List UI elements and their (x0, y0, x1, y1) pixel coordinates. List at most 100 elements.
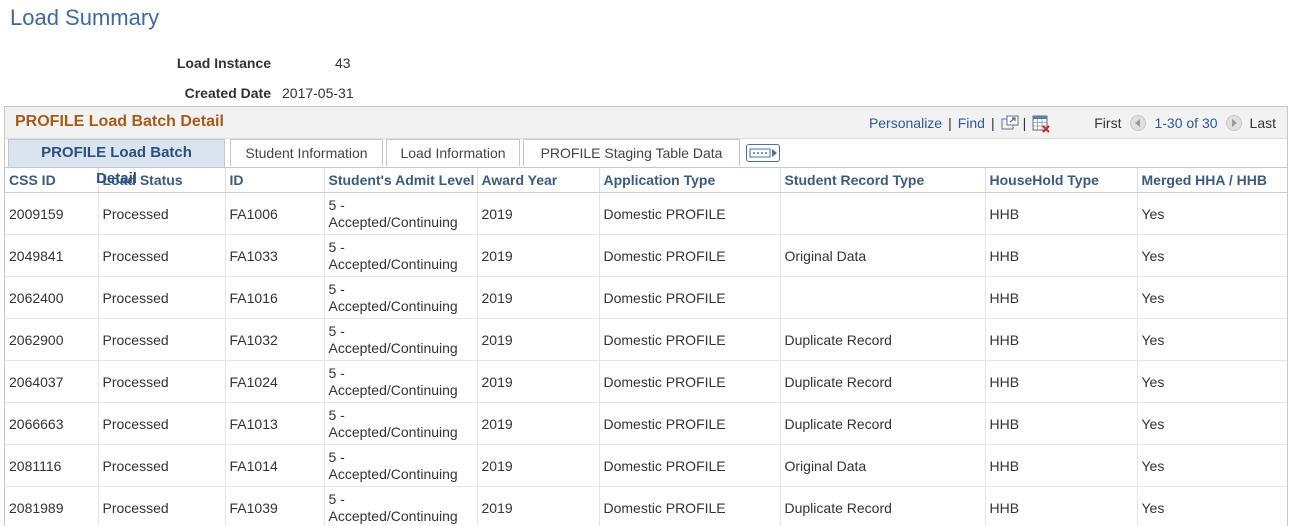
created-date-label: Created Date (111, 85, 271, 101)
merged-cell: Yes (1137, 361, 1288, 403)
nav-separator: | (1023, 115, 1027, 131)
student-record-type-cell: Original Data (780, 235, 985, 277)
tab-profile-load-batch-detail[interactable]: PROFILE Load Batch Detail (8, 139, 225, 167)
student-record-type-cell: Duplicate Record (780, 319, 985, 361)
merged-cell: Yes (1137, 445, 1288, 487)
admit-level-text: Accepted/Continuing (329, 382, 458, 398)
load-instance-label: Load Instance (111, 55, 271, 71)
column-header[interactable]: Student Record Type (780, 168, 985, 193)
load-instance-value: 43 (335, 55, 351, 71)
find-link[interactable]: Find (958, 115, 985, 131)
table-row: 2066663 Processed FA1013 5 -Accepted/Con… (5, 403, 1288, 445)
admit-level-code: 5 - (329, 365, 345, 381)
admit-level-text: Accepted/Continuing (329, 424, 458, 440)
css-id-cell: 2062900 (5, 319, 98, 361)
tab-student-information[interactable]: Student Information (230, 139, 383, 166)
admit-level-text: Accepted/Continuing (329, 214, 458, 230)
student-record-type-cell: Original Data (780, 445, 985, 487)
css-id-cell: 2081989 (5, 487, 98, 526)
award-year-cell: 2019 (477, 487, 599, 526)
column-header[interactable]: CSS ID (5, 168, 98, 193)
column-header[interactable]: Application Type (599, 168, 780, 193)
id-cell: FA1032 (225, 319, 324, 361)
load-status-cell: Processed (98, 361, 225, 403)
css-id-cell: 2009159 (5, 193, 98, 235)
column-header[interactable]: HouseHold Type (985, 168, 1137, 193)
household-type-cell: HHB (985, 319, 1137, 361)
merged-cell: Yes (1137, 319, 1288, 361)
application-type-cell: Domestic PROFILE (599, 445, 780, 487)
admit-level-code: 5 - (329, 323, 345, 339)
admit-level-code: 5 - (329, 407, 345, 423)
id-cell: FA1033 (225, 235, 324, 277)
award-year-cell: 2019 (477, 235, 599, 277)
zoom-icon[interactable] (1001, 115, 1017, 131)
table-row: 2062900 Processed FA1032 5 -Accepted/Con… (5, 319, 1288, 361)
batch-detail-table: CSS ID Load Status ID Student's Admit Le… (5, 168, 1288, 526)
admit-level-text: Accepted/Continuing (329, 256, 458, 272)
first-label: First (1094, 115, 1121, 131)
household-type-cell: HHB (985, 235, 1137, 277)
table-row: 2064037 Processed FA1024 5 -Accepted/Con… (5, 361, 1288, 403)
award-year-cell: 2019 (477, 403, 599, 445)
column-header[interactable]: Student's Admit Level (324, 168, 477, 193)
household-type-cell: HHB (985, 361, 1137, 403)
css-id-cell: 2062400 (5, 277, 98, 319)
css-id-cell: 2064037 (5, 361, 98, 403)
next-arrow-icon[interactable] (1226, 115, 1242, 131)
column-header[interactable]: Award Year (477, 168, 599, 193)
student-record-type-cell (780, 193, 985, 235)
column-header[interactable]: Merged HHA / HHB (1137, 168, 1288, 193)
application-type-cell: Domestic PROFILE (599, 193, 780, 235)
admit-level-code: 5 - (329, 281, 345, 297)
column-header[interactable]: ID (225, 168, 324, 193)
show-all-columns-icon[interactable] (746, 144, 780, 162)
css-id-cell: 2066663 (5, 403, 98, 445)
id-cell: FA1024 (225, 361, 324, 403)
id-cell: FA1013 (225, 403, 324, 445)
row-range: 1-30 of 30 (1154, 115, 1217, 131)
admit-level-text: Accepted/Continuing (329, 298, 458, 314)
admit-level-code: 5 - (329, 239, 345, 255)
merged-cell: Yes (1137, 277, 1288, 319)
tab-load-information[interactable]: Load Information (386, 139, 520, 166)
admit-level-cell: 5 -Accepted/Continuing (324, 487, 477, 526)
table-row: 2049841 Processed FA1033 5 -Accepted/Con… (5, 235, 1288, 277)
award-year-cell: 2019 (477, 277, 599, 319)
load-status-cell: Processed (98, 193, 225, 235)
personalize-link[interactable]: Personalize (869, 115, 942, 131)
id-cell: FA1016 (225, 277, 324, 319)
previous-arrow-icon[interactable] (1130, 115, 1146, 131)
admit-level-text: Accepted/Continuing (329, 508, 458, 524)
admit-level-cell: 5 -Accepted/Continuing (324, 445, 477, 487)
admit-level-code: 5 - (329, 491, 345, 507)
table-row: 2062400 Processed FA1016 5 -Accepted/Con… (5, 277, 1288, 319)
id-cell: FA1014 (225, 445, 324, 487)
tab-profile-staging-table-data[interactable]: PROFILE Staging Table Data (523, 139, 740, 166)
application-type-cell: Domestic PROFILE (599, 319, 780, 361)
merged-cell: Yes (1137, 193, 1288, 235)
load-status-cell: Processed (98, 319, 225, 361)
application-type-cell: Domestic PROFILE (599, 277, 780, 319)
household-type-cell: HHB (985, 445, 1137, 487)
load-status-cell: Processed (98, 487, 225, 526)
application-type-cell: Domestic PROFILE (599, 487, 780, 526)
load-status-cell: Processed (98, 235, 225, 277)
award-year-cell: 2019 (477, 445, 599, 487)
admit-level-cell: 5 -Accepted/Continuing (324, 277, 477, 319)
nav-separator: | (991, 115, 995, 131)
load-batch-grid: PROFILE Load Batch Detail Personalize | … (4, 106, 1288, 526)
student-record-type-cell: Duplicate Record (780, 487, 985, 526)
download-spreadsheet-icon[interactable] (1032, 115, 1048, 131)
award-year-cell: 2019 (477, 361, 599, 403)
student-record-type-cell: Duplicate Record (780, 361, 985, 403)
application-type-cell: Domestic PROFILE (599, 403, 780, 445)
table-row: 2009159 Processed FA1006 5 -Accepted/Con… (5, 193, 1288, 235)
household-type-cell: HHB (985, 403, 1137, 445)
student-record-type-cell (780, 277, 985, 319)
admit-level-text: Accepted/Continuing (329, 466, 458, 482)
grid-header: PROFILE Load Batch Detail Personalize | … (5, 107, 1287, 139)
student-record-type-cell: Duplicate Record (780, 403, 985, 445)
admit-level-cell: 5 -Accepted/Continuing (324, 193, 477, 235)
admit-level-text: Accepted/Continuing (329, 340, 458, 356)
